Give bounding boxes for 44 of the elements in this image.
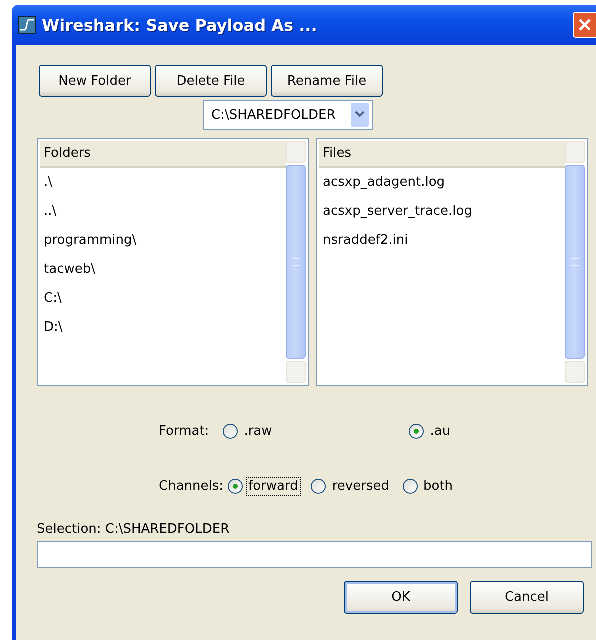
- wave-icon: [18, 16, 36, 34]
- radio-label[interactable]: both: [420, 476, 456, 496]
- scroll-up-button[interactable]: [565, 141, 585, 163]
- list-item[interactable]: acsxp_server_trace.log: [319, 197, 565, 226]
- group-label: Channels:: [159, 478, 224, 494]
- toolbar-button[interactable]: Delete File: [155, 65, 267, 97]
- dialog-button[interactable]: Cancel: [470, 581, 584, 614]
- radio-button[interactable]: [223, 424, 238, 438]
- scrollbar[interactable]: [286, 139, 308, 385]
- radio-label[interactable]: forward: [246, 476, 302, 496]
- radio-label[interactable]: reversed: [329, 476, 392, 496]
- scroll-down-button[interactable]: [286, 361, 306, 383]
- path-dropdown[interactable]: C:\SHAREDFOLDER: [202, 100, 372, 130]
- toolbar-button[interactable]: Rename File: [271, 65, 383, 97]
- caret-icon: [354, 111, 364, 119]
- list-item[interactable]: .\: [40, 168, 286, 197]
- list-item[interactable]: acsxp_adagent.log: [319, 168, 565, 197]
- radio-label[interactable]: .raw: [241, 422, 276, 440]
- list-item[interactable]: D:\: [40, 313, 286, 342]
- column-header[interactable]: Files: [319, 141, 565, 168]
- selection-field[interactable]: [37, 541, 592, 568]
- toolbar-button[interactable]: New Folder: [39, 65, 151, 97]
- radio-label[interactable]: .au: [427, 422, 454, 440]
- radio-button[interactable]: [409, 424, 424, 438]
- list-item[interactable]: programming\: [40, 226, 286, 255]
- radio-button[interactable]: [402, 478, 418, 494]
- column-header[interactable]: Folders: [40, 141, 286, 168]
- list-item[interactable]: C:\: [40, 284, 286, 313]
- list-item[interactable]: tacweb\: [40, 255, 286, 284]
- scroll-up-button[interactable]: [286, 141, 306, 163]
- close-button[interactable]: [573, 12, 596, 38]
- group-label: Format:: [159, 424, 210, 438]
- radio-button[interactable]: [228, 478, 243, 494]
- list-item[interactable]: nsraddef2.ini: [319, 226, 565, 255]
- scroll-thumb[interactable]: [565, 165, 585, 359]
- scrollbar[interactable]: [565, 139, 587, 385]
- scroll-down-button[interactable]: [565, 361, 585, 383]
- close-icon: [578, 18, 592, 32]
- list-item[interactable]: ..\: [40, 197, 286, 226]
- window-title: Wireshark: Save Payload As ...: [42, 16, 318, 34]
- scroll-thumb[interactable]: [286, 165, 306, 359]
- radio-button[interactable]: [311, 478, 326, 494]
- dialog-button[interactable]: OK: [344, 581, 458, 614]
- selection-label: Selection: C:\SHAREDFOLDER: [36, 522, 231, 537]
